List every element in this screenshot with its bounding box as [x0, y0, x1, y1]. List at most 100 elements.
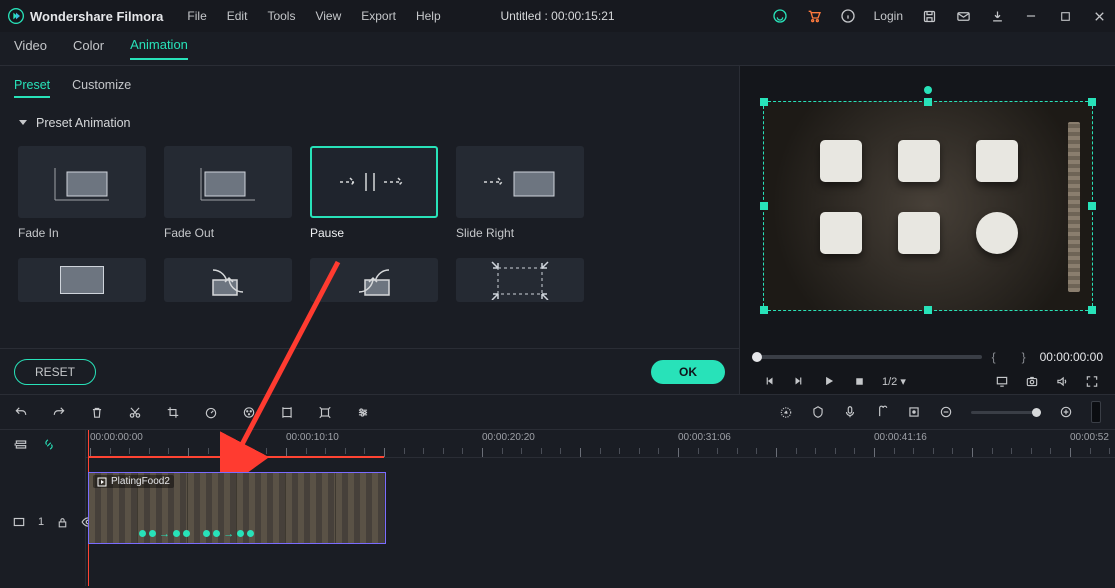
ruler-tick-0: 00:00:00:00 [90, 432, 143, 443]
info-icon[interactable] [840, 8, 856, 24]
ok-button[interactable]: OK [651, 360, 725, 384]
preview-frame[interactable] [763, 101, 1093, 311]
play-forward-icon[interactable] [792, 374, 806, 388]
undo-icon[interactable] [14, 405, 28, 419]
clip-title: PlatingFood2 [93, 475, 174, 488]
menu-tools[interactable]: Tools [267, 9, 295, 23]
subtab-preset[interactable]: Preset [14, 78, 50, 98]
tab-animation[interactable]: Animation [130, 37, 188, 60]
crop-icon[interactable] [166, 405, 180, 419]
clip-video-icon [97, 477, 107, 487]
primary-tabs: Video Color Animation [0, 32, 1115, 66]
preview-pane: { } 00:00:00:00 1/2 ▾ [740, 66, 1115, 394]
save-icon[interactable] [921, 8, 937, 24]
zoom-in-icon[interactable] [1059, 405, 1073, 419]
preset-fade-in[interactable]: Fade In [18, 146, 146, 240]
preset-row2-4[interactable] [456, 258, 584, 302]
play-controls: 1/2 ▾ [740, 368, 1115, 394]
speed-icon[interactable] [204, 405, 218, 419]
tab-video[interactable]: Video [14, 38, 47, 59]
display-icon[interactable] [995, 374, 1009, 388]
main-row: Preset Customize Preset Animation Fade I… [0, 66, 1115, 394]
filmora-logo-icon [8, 8, 24, 24]
audio-meter [1091, 401, 1101, 423]
stop-icon[interactable] [852, 374, 866, 388]
timeline-gutter: 1 [0, 430, 86, 586]
ruler-tick-5: 00:00:52 [1070, 432, 1109, 443]
main-menu: File Edit Tools View Export Help [187, 9, 440, 23]
play-icon[interactable] [822, 374, 836, 388]
preset-row2-2[interactable] [164, 258, 292, 302]
titlebar: Wondershare Filmora File Edit Tools View… [0, 0, 1115, 32]
cart-icon[interactable] [806, 8, 822, 24]
timeline-clip[interactable]: PlatingFood2 → → [88, 472, 386, 544]
menu-export[interactable]: Export [361, 9, 396, 23]
timeline-main[interactable]: 00:00:00:00 00:00:10:10 00:00:20:20 00:0… [86, 430, 1115, 586]
preset-row2-1[interactable] [18, 258, 146, 302]
section-title: Preset Animation [36, 116, 131, 130]
greenscreen-icon[interactable] [280, 405, 294, 419]
marker-add-icon[interactable] [907, 405, 921, 419]
download-icon[interactable] [989, 8, 1005, 24]
zoom-out-icon[interactable] [939, 405, 953, 419]
maximize-icon[interactable] [1057, 8, 1073, 24]
track-add-icon[interactable] [14, 437, 28, 451]
login-button[interactable]: Login [874, 9, 903, 23]
prev-frame-icon[interactable] [762, 374, 776, 388]
menu-file[interactable]: File [187, 9, 206, 23]
timeline-ruler[interactable]: 00:00:00:00 00:00:10:10 00:00:20:20 00:0… [86, 430, 1115, 458]
preset-fade-out[interactable]: Fade Out [164, 146, 292, 240]
selection-region [88, 456, 384, 458]
preset-label: Slide Right [456, 226, 584, 240]
settings-icon[interactable] [356, 405, 370, 419]
track-number: 1 [38, 516, 44, 528]
link-icon[interactable] [42, 437, 56, 451]
color-icon[interactable] [242, 405, 256, 419]
zoom-slider[interactable] [971, 411, 1041, 414]
left-pane: Preset Customize Preset Animation Fade I… [0, 66, 740, 394]
panel-bottom-bar: RESET OK [0, 348, 739, 394]
preset-slide-right[interactable]: Slide Right [456, 146, 584, 240]
delete-icon[interactable] [90, 405, 104, 419]
preset-pause[interactable]: Pause [310, 146, 438, 240]
support-icon[interactable] [772, 8, 788, 24]
preview-time: 00:00:00:00 [1040, 350, 1103, 364]
app-name: Wondershare Filmora [30, 9, 163, 24]
minimize-icon[interactable] [1023, 8, 1039, 24]
menu-help[interactable]: Help [416, 9, 441, 23]
close-icon[interactable] [1091, 8, 1107, 24]
preset-label: Fade In [18, 226, 146, 240]
menu-edit[interactable]: Edit [227, 9, 248, 23]
keyframe-icon[interactable] [318, 405, 332, 419]
lock-icon[interactable] [56, 515, 69, 529]
preset-row2-3[interactable] [310, 258, 438, 302]
cut-icon[interactable] [128, 405, 142, 419]
collapse-icon [18, 118, 28, 128]
snapshot-icon[interactable] [1025, 374, 1039, 388]
section-preset-animation[interactable]: Preset Animation [0, 104, 739, 142]
mic-icon[interactable] [843, 405, 857, 419]
preset-label: Fade Out [164, 226, 292, 240]
mail-icon[interactable] [955, 8, 971, 24]
ruler-tick-1: 00:00:10:10 [286, 432, 339, 443]
fullscreen-icon[interactable] [1085, 374, 1099, 388]
video-track-icon [12, 515, 26, 529]
seek-row: { } 00:00:00:00 [740, 346, 1115, 368]
redo-icon[interactable] [52, 405, 66, 419]
page-indicator[interactable]: 1/2 ▾ [882, 375, 906, 388]
ruler-tick-3: 00:00:31:06 [678, 432, 731, 443]
tab-color[interactable]: Color [73, 38, 104, 59]
subtab-customize[interactable]: Customize [72, 78, 131, 98]
seek-track[interactable] [752, 355, 982, 359]
reset-button[interactable]: RESET [14, 359, 96, 385]
menu-view[interactable]: View [315, 9, 341, 23]
ruler-tick-2: 00:00:20:20 [482, 432, 535, 443]
range-braces[interactable]: { } [992, 350, 1030, 364]
render-icon[interactable] [779, 405, 793, 419]
audio-mixer-icon[interactable] [875, 405, 889, 419]
app-logo: Wondershare Filmora [8, 8, 163, 24]
volume-icon[interactable] [1055, 374, 1069, 388]
marker-icon[interactable] [811, 405, 825, 419]
titlebar-right: Login [772, 8, 1107, 24]
timeline: 1 00:00:00:00 00:00:10:10 00:00:20:20 00… [0, 430, 1115, 586]
